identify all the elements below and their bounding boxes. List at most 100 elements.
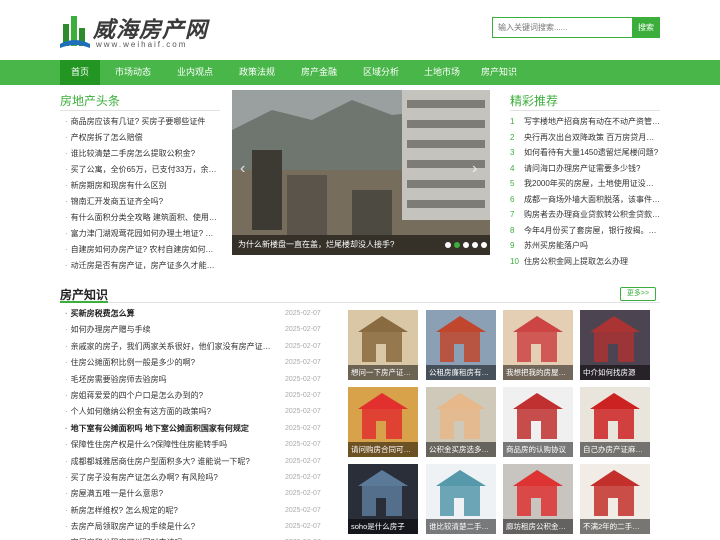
knowledge-item-title[interactable]: 住房公摊面积比例一般是多少的啊? [65, 355, 275, 371]
article-thumbnail[interactable]: 公租房廉租房有什么区别 [426, 310, 496, 380]
thumbnail-caption[interactable]: 廊坊租房公积金怎么提 [503, 519, 573, 534]
knowledge-item-title[interactable]: 新房怎样维权? 怎么规定的呢? [65, 503, 275, 519]
headline-item[interactable]: 锦南汇开发商五证齐全吗? [60, 194, 220, 210]
headline-item[interactable]: 动迁房是否有房产证，房产证多久才能下来 [60, 258, 220, 274]
knowledge-item-title[interactable]: 亲戚家的房子，我们两家关系很好，他们家没有房产证的房子可以买吗 [65, 339, 275, 355]
knowledge-item-title[interactable]: 如何办理房产赠与手续 [65, 322, 275, 338]
slider-dot[interactable] [454, 242, 460, 248]
slider-next-icon[interactable]: › [472, 160, 477, 178]
thumbnail-caption[interactable]: 公租房廉租房有什么区别 [426, 365, 496, 380]
article-thumbnail[interactable]: 想问一下房产证怎么办 [348, 310, 418, 380]
thumbnail-caption[interactable]: 想问一下房产证怎么办 [348, 365, 418, 380]
knowledge-row[interactable]: 住房公摊面积比例一般是多少的啊? 2025-02-07 [60, 355, 332, 371]
slider-caption[interactable]: 为什么新楼盘一直在盖，烂尾楼却没人接手? [232, 235, 490, 255]
headline-item[interactable]: 产权房拆了怎么赔偿 [60, 130, 220, 146]
knowledge-item-title[interactable]: 房姐蒋爱爱的四个户口是怎么办到的? [65, 388, 275, 404]
slider-dot[interactable] [472, 242, 478, 248]
nav-item-0[interactable]: 首页 [60, 60, 100, 85]
knowledge-item-title[interactable]: 安居房和公租房可以同时申请吗 [65, 535, 275, 540]
thumbnail-caption[interactable]: 中介如何找房源 [580, 365, 650, 380]
knowledge-item-title[interactable]: 保障性住房产权是什么?保障性住房能转手吗 [65, 437, 275, 453]
knowledge-more-button[interactable]: 更多>> [620, 287, 656, 301]
knowledge-row[interactable]: 房姐蒋爱爱的四个户口是怎么办到的? 2025-02-07 [60, 388, 332, 404]
knowledge-item-date: 2025-02-07 [285, 359, 321, 367]
knowledge-row[interactable]: 如何办理房产赠与手续 2025-02-07 [60, 322, 332, 338]
headline-item[interactable]: 买了公寓，全价65万，已支付33万，余32万贷款 [60, 162, 220, 178]
thumbnail-caption[interactable]: 公积金买房选多少年还款 [426, 442, 496, 457]
thumbnail-caption[interactable]: 商品房的认购协议 [503, 442, 573, 457]
featured-item[interactable]: 9 苏州买房能落户吗 [510, 238, 660, 254]
article-thumbnail[interactable]: 请问购房合同可以网上查吗 [348, 387, 418, 457]
article-thumbnail[interactable]: 公积金买房选多少年还款 [426, 387, 496, 457]
article-thumbnail[interactable]: 我想把我的房屋产权 [503, 310, 573, 380]
thumbnail-caption[interactable]: 自己办房产证麻烦吗 [580, 442, 650, 457]
article-thumbnail[interactable]: 中介如何找房源 [580, 310, 650, 380]
nav-item-3[interactable]: 政策法规 [228, 60, 286, 85]
search-input[interactable] [492, 17, 633, 38]
knowledge-row[interactable]: 去房产局领取房产证的手续是什么? 2025-02-07 [60, 519, 332, 535]
featured-item[interactable]: 10 住房公积金网上提取怎么办理 [510, 254, 660, 270]
nav-item-6[interactable]: 土地市场 [414, 60, 470, 85]
knowledge-divider [60, 302, 660, 303]
knowledge-underline [60, 301, 108, 303]
knowledge-row[interactable]: 安居房和公租房可以同时申请吗 2025-02-07 [60, 535, 332, 540]
thumbnail-caption[interactable]: 我想把我的房屋产权 [503, 365, 573, 380]
featured-item[interactable]: 6 成都一商场外墙大面积脱落，该事件何处理 [510, 192, 660, 208]
thumbnail-caption[interactable]: 谁比较清楚二手房贷款 [426, 519, 496, 534]
thumbnail-caption[interactable]: 请问购房合同可以网上查吗 [348, 442, 418, 457]
featured-item[interactable]: 7 购房者去办理商业贷款转公积金贷款时需要 [510, 207, 660, 223]
featured-item[interactable]: 3 如何看待有大量1450遗留烂尾楼问题? [510, 145, 660, 161]
article-thumbnail[interactable]: 商品房的认购协议 [503, 387, 573, 457]
article-thumbnail[interactable]: soho是什么房子 [348, 464, 418, 534]
featured-item[interactable]: 5 我2000年买的房屋，土地使用证没有办下来 [510, 176, 660, 192]
article-thumbnail[interactable]: 廊坊租房公积金怎么提 [503, 464, 573, 534]
knowledge-item-title[interactable]: 地下室有公摊面积吗 地下室公摊面积国家有何规定 [65, 421, 275, 437]
slider-dot[interactable] [463, 242, 469, 248]
headline-item[interactable]: 商品房应该有几证? 买房子要哪些证件 [60, 114, 220, 130]
knowledge-row[interactable]: 毛坯房需要验房师去验房吗 2025-02-07 [60, 372, 332, 388]
knowledge-row[interactable]: 成都都城雅居商住房户型面积多大? 谁能说一下呢? 2025-02-07 [60, 454, 332, 470]
knowledge-row[interactable]: 亲戚家的房子，我们两家关系很好，他们家没有房产证的房子可以买吗 2025-02-0… [60, 339, 332, 355]
knowledge-item-title[interactable]: 成都都城雅居商住房户型面积多大? 谁能说一下呢? [65, 454, 275, 470]
knowledge-row[interactable]: 房屋满五唯一是什么意思? 2025-02-07 [60, 486, 332, 502]
knowledge-row[interactable]: 买了房子没有房产证怎么办啊? 有风险吗? 2025-02-07 [60, 470, 332, 486]
article-thumbnail[interactable]: 自己办房产证麻烦吗 [580, 387, 650, 457]
nav-item-2[interactable]: 业内观点 [166, 60, 224, 85]
featured-item[interactable]: 4 请问海口办理房产证需要多少钱? [510, 161, 660, 177]
article-thumbnail[interactable]: 谁比较清楚二手房贷款 [426, 464, 496, 534]
knowledge-item-title[interactable]: 去房产局领取房产证的手续是什么? [65, 519, 275, 535]
knowledge-row[interactable]: 个人如何缴纳公积金有这方面的政策吗? 2025-02-07 [60, 404, 332, 420]
knowledge-row[interactable]: 买新房税费怎么算 2025-02-07 [60, 306, 332, 322]
image-slider[interactable]: ‹ › 为什么新楼盘一直在盖，烂尾楼却没人接手? [232, 90, 490, 255]
headline-item[interactable]: 自建房如何办房产证? 农村自建房如何办证 [60, 242, 220, 258]
headline-item[interactable]: 新房期房和现房有什么区别 [60, 178, 220, 194]
knowledge-item-title[interactable]: 买了房子没有房产证怎么办啊? 有风险吗? [65, 470, 275, 486]
nav-item-4[interactable]: 房产金融 [290, 60, 348, 85]
slider-dot[interactable] [445, 242, 451, 248]
slider-prev-icon[interactable]: ‹ [240, 160, 245, 178]
knowledge-row[interactable]: 地下室有公摊面积吗 地下室公摊面积国家有何规定 2025-02-07 [60, 421, 332, 437]
knowledge-item-title[interactable]: 买新房税费怎么算 [65, 306, 275, 322]
knowledge-row[interactable]: 保障性住房产权是什么?保障性住房能转手吗 2025-02-07 [60, 437, 332, 453]
featured-item[interactable]: 2 央行再次出台双降政策 百万房贷月供减少 [510, 130, 660, 146]
thumbnail-caption[interactable]: soho是什么房子 [348, 519, 418, 534]
featured-item[interactable]: 8 今年4月份买了套房屋，银行按揭。现在 [510, 223, 660, 239]
article-thumbnail[interactable]: 不满2年的二手房交税 [580, 464, 650, 534]
slider-dot[interactable] [481, 242, 487, 248]
headline-item[interactable]: 有什么面积分类全攻略 建筑面积、使用面积 [60, 210, 220, 226]
featured-item[interactable]: 1 写字楼地产招商房有动在不动产资管业务 [510, 114, 660, 130]
nav-item-1[interactable]: 市场动态 [104, 60, 162, 85]
knowledge-item-title[interactable]: 毛坯房需要验房师去验房吗 [65, 372, 275, 388]
knowledge-item-title[interactable]: 个人如何缴纳公积金有这方面的政策吗? [65, 404, 275, 420]
featured-item-label: 今年4月份买了套房屋，银行按揭。现在 [524, 225, 660, 235]
headline-item[interactable]: 谁比较清楚二手房怎么提取公积金? [60, 146, 220, 162]
headline-item[interactable]: 富力津门湖观莺花园如何办理土地证? 流程 [60, 226, 220, 242]
knowledge-item-title[interactable]: 房屋满五唯一是什么意思? [65, 486, 275, 502]
knowledge-item-date: 2025-02-07 [285, 342, 321, 350]
nav-item-7[interactable]: 房产知识 [474, 60, 524, 85]
nav-item-5[interactable]: 区域分析 [352, 60, 410, 85]
search-button[interactable]: 搜索 [632, 17, 660, 38]
site-logo[interactable]: 威海房产网 www.weihaif.com [60, 10, 220, 52]
thumbnail-caption[interactable]: 不满2年的二手房交税 [580, 519, 650, 534]
knowledge-row[interactable]: 新房怎样维权? 怎么规定的呢? 2025-02-07 [60, 503, 332, 519]
